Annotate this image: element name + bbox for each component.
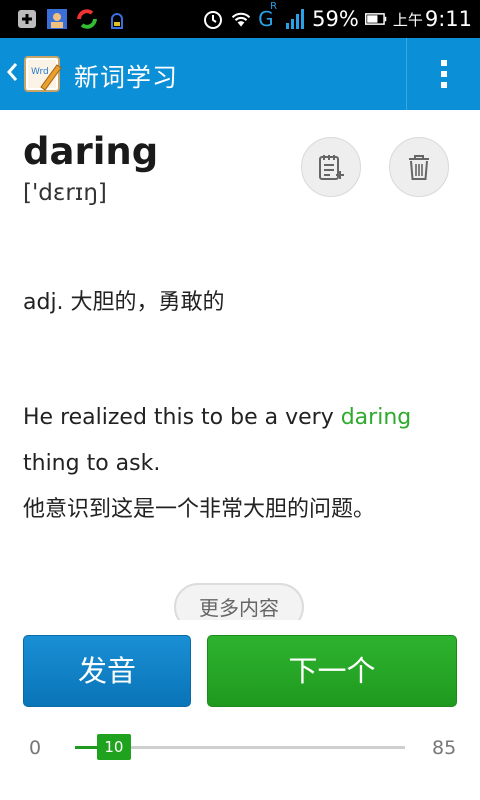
overflow-dot: [440, 82, 447, 88]
trash-icon: [409, 155, 429, 180]
battery-icon: [364, 8, 387, 30]
example-text-before: He realized this to be a very: [23, 405, 341, 430]
word-phonetic: ['dɛrɪŋ]: [23, 180, 107, 206]
progress-thumb[interactable]: 10: [96, 734, 131, 760]
signal-icon: [284, 8, 306, 30]
status-bar: G R 59% 上午 9:11: [0, 0, 480, 38]
example-sentence: He realized this to be a very daring thi…: [23, 395, 463, 533]
app-logo: Wrd: [24, 56, 62, 92]
notification-plus-icon: [16, 8, 38, 30]
sync-app-icon: [76, 8, 98, 30]
clock-ampm: 上午: [392, 10, 423, 29]
roaming-label: R: [270, 1, 278, 12]
add-to-notebook-button[interactable]: [301, 137, 361, 197]
bug-icon: [106, 8, 128, 30]
overflow-dot: [440, 71, 447, 77]
example-highlight-word: daring: [340, 405, 412, 430]
alarm-icon: [202, 8, 224, 30]
progress-min-label: 0: [29, 737, 42, 759]
back-button[interactable]: Wrd: [0, 38, 70, 110]
overflow-menu-button[interactable]: [407, 38, 480, 110]
word-definition: adj. 大胆的，勇敢的: [23, 290, 225, 315]
pronounce-button[interactable]: 发音: [23, 635, 191, 707]
word-title: daring: [23, 130, 159, 173]
wifi-icon: [230, 8, 252, 30]
delete-word-button[interactable]: [389, 137, 449, 197]
battery-percent: 59%: [312, 7, 359, 31]
action-bar: Wrd 新词学习: [0, 38, 480, 110]
chevron-left-icon: [7, 63, 18, 81]
contact-card-icon: [46, 8, 68, 30]
next-word-button[interactable]: 下一个: [207, 635, 457, 707]
progress-track[interactable]: 10: [75, 734, 405, 760]
notebook-add-icon: [319, 155, 344, 180]
example-text-after: thing to ask.: [23, 451, 161, 476]
svg-text:Wrd: Wrd: [31, 67, 49, 77]
page-title: 新词学习: [74, 63, 179, 92]
clock-time: 9:11: [424, 7, 472, 31]
example-translation: 他意识到这是一个非常大胆的问题。: [23, 497, 376, 522]
progress-max-label: 85: [432, 737, 457, 759]
overflow-dot: [440, 60, 447, 66]
